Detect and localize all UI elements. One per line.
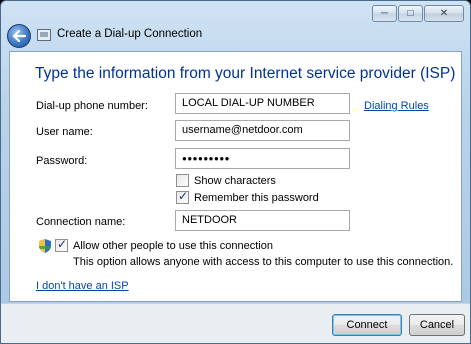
connection-name-label: Connection name: bbox=[36, 216, 126, 228]
allow-others-label: Allow other people to use this connectio… bbox=[73, 240, 273, 252]
allow-others-description: This option allows anyone with access to… bbox=[73, 256, 454, 268]
username-label: User name: bbox=[36, 126, 93, 138]
remember-password-label: Remember this password bbox=[194, 192, 319, 204]
cancel-button[interactable]: Cancel bbox=[409, 314, 465, 336]
maximize-button[interactable]: □ bbox=[398, 5, 423, 22]
connect-button[interactable]: Connect bbox=[332, 314, 402, 336]
wizard-title: Create a Dial-up Connection bbox=[57, 28, 203, 40]
phone-number-label: Dial-up phone number: bbox=[36, 100, 148, 112]
username-field[interactable]: username@netdoor.com bbox=[175, 120, 350, 141]
dialing-rules-link[interactable]: Dialing Rules bbox=[364, 100, 429, 112]
no-isp-link[interactable]: I don't have an ISP bbox=[36, 280, 129, 292]
show-characters-checkbox[interactable] bbox=[176, 174, 189, 187]
minimize-button[interactable]: ─ bbox=[372, 5, 397, 22]
back-button[interactable] bbox=[7, 24, 31, 48]
page-heading: Type the information from your Internet … bbox=[35, 65, 456, 82]
password-field[interactable]: ●●●●●●●●● bbox=[175, 148, 350, 169]
allow-others-checkbox[interactable] bbox=[55, 237, 68, 252]
uac-shield-icon bbox=[39, 239, 51, 253]
wizard-header: Create a Dial-up Connection bbox=[1, 21, 470, 51]
back-arrow-icon bbox=[12, 30, 26, 42]
command-area: Connect Cancel bbox=[1, 303, 470, 343]
show-characters-label: Show characters bbox=[194, 175, 276, 187]
connection-name-field[interactable]: NETDOOR bbox=[175, 210, 350, 231]
dialup-connection-icon bbox=[37, 29, 51, 41]
dialog-window: ─ □ ✕ Create a Dial-up Connection Type t… bbox=[0, 0, 471, 344]
wizard-content: Type the information from your Internet … bbox=[9, 51, 462, 302]
phone-number-field[interactable]: LOCAL DIAL-UP NUMBER bbox=[175, 93, 350, 114]
close-button[interactable]: ✕ bbox=[424, 5, 464, 22]
remember-password-checkbox[interactable] bbox=[176, 189, 189, 204]
password-label: Password: bbox=[36, 155, 88, 167]
